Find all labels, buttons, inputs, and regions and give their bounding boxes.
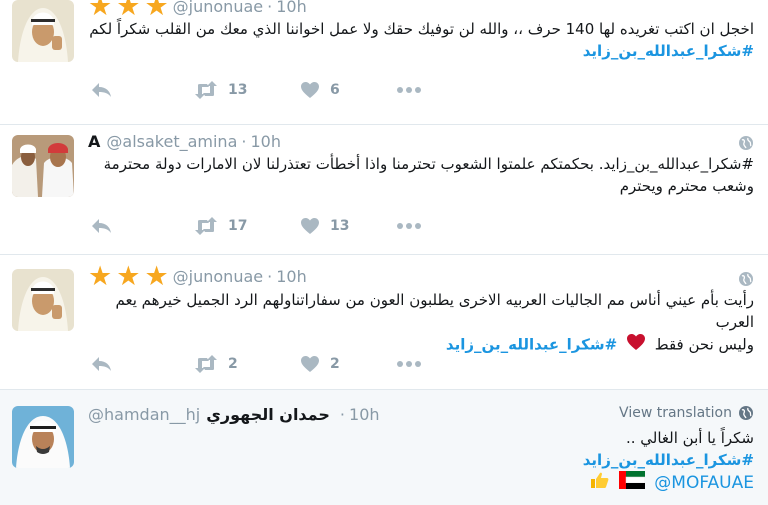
retweet-icon — [195, 81, 217, 99]
retweet-button[interactable]: 17 — [194, 217, 300, 235]
avatar[interactable] — [12, 406, 74, 468]
separator-dot: · — [267, 266, 273, 286]
like-button[interactable]: 13 — [300, 217, 396, 235]
star-icon: ★ — [144, 260, 169, 292]
more-icon — [397, 87, 421, 93]
view-translation-label[interactable]: View translation — [619, 405, 732, 421]
uae-flag-icon — [618, 471, 646, 495]
retweet-count: 17 — [228, 218, 248, 234]
tweet-header: A @alsaket_amina · 10h — [88, 129, 281, 153]
tweet[interactable]: @hamdan__hj حمدان الجهوري · 10h View tra… — [0, 390, 768, 505]
more-icon — [397, 223, 421, 229]
like-button[interactable]: 6 — [300, 81, 396, 99]
tweet-line: رأيت بأم عيني أناس مم الجاليات العربيه ا… — [115, 291, 754, 331]
star-icon: ★ — [88, 260, 113, 292]
separator-dot: · — [267, 0, 273, 16]
separator-dot: · — [241, 131, 247, 151]
reply-icon — [92, 83, 111, 97]
retweet-count: 13 — [228, 82, 248, 98]
mention-line: @MOFAUAE — [88, 471, 754, 495]
tweet-line: اخجل ان اكتب تغريده لها 140 حرف ،، والله… — [89, 20, 754, 38]
like-count: 6 — [330, 82, 340, 98]
star-icon: ★ — [144, 0, 169, 22]
user-handle[interactable]: @junonuae — [173, 267, 263, 286]
tweet-text: شكراً يا أبن الغالي .. #شكرا_عبدالله_بن_… — [88, 427, 754, 495]
more-icon — [397, 361, 421, 367]
mention-link[interactable]: @MOFAUAE — [654, 473, 754, 493]
avatar[interactable] — [12, 135, 74, 197]
timestamp[interactable]: 10h — [349, 405, 380, 424]
retweet-button[interactable]: 2 — [194, 355, 300, 373]
globe-icon — [739, 406, 753, 420]
reply-icon — [92, 357, 111, 371]
star-icon: ★ — [116, 0, 141, 22]
avatar[interactable] — [12, 269, 74, 331]
more-button[interactable] — [396, 222, 422, 230]
tweet-line: وليس نحن فقط — [654, 335, 754, 354]
tweet-header: @hamdan__hj حمدان الجهوري · 10h — [88, 402, 380, 426]
like-count: 2 — [330, 356, 340, 372]
reply-button[interactable] — [90, 81, 194, 99]
tweet-line: #شكرا_عبدالله_بن_زايد. بحكمتكم علمتوا ال… — [103, 155, 754, 173]
tweet-text: اخجل ان اكتب تغريده لها 140 حرف ،، والله… — [88, 18, 754, 62]
tweet-actions: 2 2 — [90, 353, 422, 375]
user-handle[interactable]: @alsaket_amina — [106, 132, 237, 151]
heart-icon — [301, 356, 319, 372]
view-translation-link[interactable]: View translation — [619, 405, 754, 421]
tweet-header: ★ ★ ★ @junonuae · 10h — [88, 260, 307, 292]
tweet-line: وشعب محترم ويحترم — [619, 177, 754, 195]
heart-icon — [301, 82, 319, 98]
star-icon: ★ — [116, 260, 141, 292]
timestamp[interactable]: 10h — [276, 0, 307, 16]
display-name[interactable]: A — [88, 132, 100, 151]
timestamp[interactable]: 10h — [250, 132, 281, 151]
retweet-icon — [195, 355, 217, 373]
tweet[interactable]: ★ ★ ★ @junonuae · 10h اخجل ان اكتب تغريد… — [0, 0, 768, 125]
tweet[interactable]: A @alsaket_amina · 10h #شكرا_عبدالله_بن_… — [0, 125, 768, 255]
thumbs-up-emoji-icon — [589, 471, 609, 495]
tweet-text: #شكرا_عبدالله_بن_زايد. بحكمتكم علمتوا ال… — [88, 153, 754, 197]
retweet-count: 2 — [228, 356, 238, 372]
tweet-actions: 17 13 — [90, 215, 422, 237]
hashtag-link[interactable]: #شكرا_عبدالله_بن_زايد — [88, 449, 754, 471]
user-handle[interactable]: @junonuae — [173, 0, 263, 16]
hashtag-link[interactable]: #شكرا_عبدالله_بن_زايد — [446, 336, 617, 354]
display-name[interactable]: حمدان الجهوري — [206, 405, 330, 424]
heart-icon — [301, 218, 319, 234]
globe-icon — [739, 272, 753, 286]
tweet-header: ★ ★ ★ @junonuae · 10h — [88, 0, 307, 22]
retweet-button[interactable]: 13 — [194, 81, 300, 99]
reply-button[interactable] — [90, 355, 194, 373]
timestamp[interactable]: 10h — [276, 267, 307, 286]
tweet-text: رأيت بأم عيني أناس مم الجاليات العربيه ا… — [88, 289, 754, 357]
user-handle[interactable]: @hamdan__hj — [88, 405, 200, 424]
tweet-actions: 13 6 — [90, 79, 422, 101]
heart-emoji-icon — [626, 333, 646, 357]
tweet-line: شكراً يا أبن الغالي .. — [625, 429, 754, 447]
hashtag-link[interactable]: #شكرا_عبدالله_بن_زايد — [88, 40, 754, 62]
like-count: 13 — [330, 218, 350, 234]
avatar[interactable] — [12, 0, 74, 62]
separator-dot: · — [339, 404, 346, 424]
like-button[interactable]: 2 — [300, 355, 396, 373]
star-icon: ★ — [88, 0, 113, 22]
more-button[interactable] — [396, 86, 422, 94]
globe-icon — [739, 136, 753, 150]
reply-button[interactable] — [90, 217, 194, 235]
more-button[interactable] — [396, 360, 422, 368]
retweet-icon — [195, 217, 217, 235]
tweet[interactable]: ★ ★ ★ @junonuae · 10h رأيت بأم عيني أناس… — [0, 255, 768, 390]
reply-icon — [92, 219, 111, 233]
